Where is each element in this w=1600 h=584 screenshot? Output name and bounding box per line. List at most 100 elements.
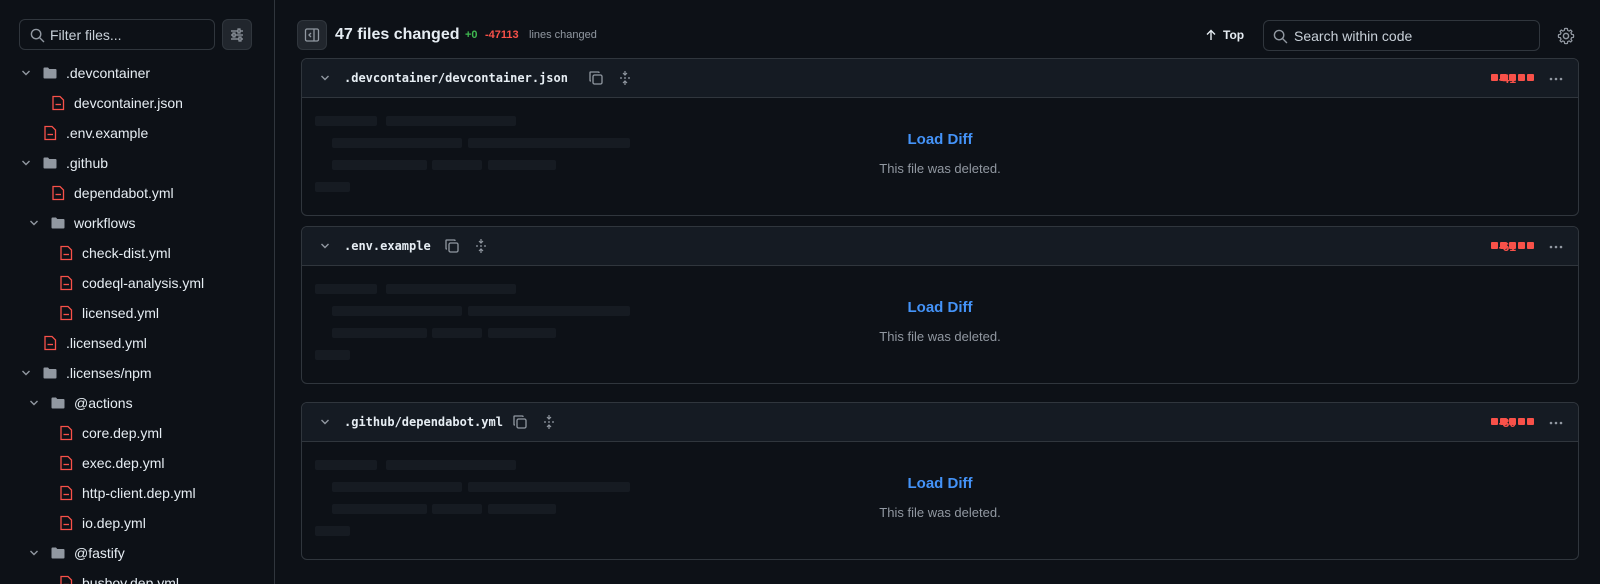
tree-item-label: .licenses/npm bbox=[66, 365, 152, 381]
tree-item-label: exec.dep.yml bbox=[82, 455, 165, 471]
top-label: Top bbox=[1223, 28, 1245, 42]
filter-sliders-icon bbox=[231, 27, 243, 42]
expand-all-icon[interactable] bbox=[617, 70, 633, 86]
tree-file[interactable]: core.dep.yml bbox=[0, 418, 274, 448]
copy-icon[interactable] bbox=[512, 414, 528, 430]
tree-file[interactable]: busboy.dep.yml bbox=[0, 568, 274, 584]
tree-item-label: check-dist.yml bbox=[82, 245, 171, 261]
diffstat-block bbox=[1518, 418, 1525, 425]
tree-folder[interactable]: .github bbox=[0, 148, 274, 178]
sidebar-toggle-icon bbox=[304, 28, 320, 42]
filter-settings-button[interactable] bbox=[222, 19, 252, 50]
tree-item-label: devcontainer.json bbox=[74, 95, 183, 111]
tree-folder[interactable]: .devcontainer bbox=[0, 58, 274, 88]
search-within-code-input[interactable] bbox=[1294, 22, 1534, 50]
file-deleted-icon bbox=[60, 515, 73, 531]
additions-count: +0 bbox=[465, 29, 478, 41]
expand-all-icon[interactable] bbox=[473, 238, 489, 254]
load-diff-button[interactable]: Load Diff bbox=[302, 475, 1578, 492]
tree-file[interactable]: licensed.yml bbox=[0, 298, 274, 328]
filter-files-field[interactable] bbox=[19, 19, 215, 50]
tree-file[interactable]: http-client.dep.yml bbox=[0, 478, 274, 508]
diffstat-block bbox=[1491, 242, 1498, 249]
folder-icon bbox=[43, 157, 57, 169]
tree-folder[interactable]: .licenses/npm bbox=[0, 358, 274, 388]
diff-file-name[interactable]: .env.example bbox=[344, 239, 431, 253]
tree-file[interactable]: codeql-analysis.yml bbox=[0, 268, 274, 298]
kebab-menu-icon[interactable] bbox=[1548, 239, 1564, 255]
chevron-down-icon[interactable] bbox=[28, 217, 40, 229]
file-deleted-icon bbox=[60, 575, 73, 584]
folder-icon bbox=[43, 367, 57, 379]
tree-item-label: .devcontainer bbox=[66, 65, 151, 81]
tree-item-label: http-client.dep.yml bbox=[82, 485, 196, 501]
diffstat-block bbox=[1491, 418, 1498, 425]
diff-file-body: Load Diff This file was deleted. bbox=[302, 266, 1578, 383]
toggle-file-tree-button[interactable] bbox=[297, 20, 327, 50]
file-deleted-message: This file was deleted. bbox=[879, 161, 1001, 176]
diff-file-name[interactable]: .github/dependabot.yml bbox=[344, 415, 503, 429]
file-deleted-icon bbox=[60, 275, 73, 291]
chevron-down-icon[interactable] bbox=[28, 547, 40, 559]
tree-item-label: .env.example bbox=[66, 125, 149, 141]
scroll-top-button[interactable]: Top bbox=[1205, 22, 1244, 48]
files-changed-count: 47 files changed bbox=[335, 26, 460, 43]
expand-all-icon[interactable] bbox=[541, 414, 557, 430]
chevron-down-icon[interactable] bbox=[319, 72, 331, 84]
tree-folder[interactable]: workflows bbox=[0, 208, 274, 238]
chevron-down-icon[interactable] bbox=[319, 240, 331, 252]
diff-file-body: Load Diff This file was deleted. bbox=[302, 442, 1578, 559]
chevron-down-icon[interactable] bbox=[20, 157, 32, 169]
placeholder-line bbox=[315, 182, 350, 192]
tree-file[interactable]: .env.example bbox=[0, 118, 274, 148]
tree-file[interactable]: dependabot.yml bbox=[0, 178, 274, 208]
kebab-menu-icon[interactable] bbox=[1548, 415, 1564, 431]
tree-item-label: licensed.yml bbox=[82, 305, 160, 321]
diff-file-name[interactable]: .devcontainer/devcontainer.json bbox=[344, 71, 568, 85]
file-deleted-icon bbox=[44, 335, 57, 351]
placeholder-line bbox=[315, 116, 377, 126]
chevron-down-icon[interactable] bbox=[319, 416, 331, 428]
chevron-down-icon[interactable] bbox=[20, 67, 32, 79]
copy-icon[interactable] bbox=[588, 70, 604, 86]
gear-icon[interactable] bbox=[1557, 27, 1575, 45]
lines-changed-label: lines changed bbox=[529, 29, 597, 41]
tree-folder[interactable]: @fastify bbox=[0, 538, 274, 568]
search-icon bbox=[1273, 29, 1288, 44]
chevron-down-icon[interactable] bbox=[20, 367, 32, 379]
load-diff-button[interactable]: Load Diff bbox=[302, 299, 1578, 316]
diffstat-blocks bbox=[1491, 418, 1534, 425]
search-within-code-field[interactable] bbox=[1263, 20, 1540, 51]
tree-folder[interactable]: @actions bbox=[0, 388, 274, 418]
file-deleted-icon bbox=[60, 245, 73, 261]
tree-item-label: .licensed.yml bbox=[66, 335, 147, 351]
tree-file[interactable]: .licensed.yml bbox=[0, 328, 274, 358]
diff-file-card: .env.example -61 Load Diff This file was de… bbox=[301, 226, 1579, 384]
search-icon bbox=[30, 28, 45, 43]
diffstat-block bbox=[1527, 418, 1534, 425]
placeholder-line bbox=[315, 284, 377, 294]
folder-icon bbox=[43, 67, 57, 79]
tree-file[interactable]: io.dep.yml bbox=[0, 508, 274, 538]
file-deleted-icon bbox=[60, 485, 73, 501]
folder-icon bbox=[51, 217, 65, 229]
tree-item-label: workflows bbox=[74, 215, 136, 231]
diff-file-header: .devcontainer/devcontainer.json -41 bbox=[302, 59, 1578, 98]
arrow-up-icon bbox=[1206, 29, 1216, 40]
tree-item-label: core.dep.yml bbox=[82, 425, 163, 441]
placeholder-line bbox=[386, 284, 516, 294]
file-tree-sidebar: .devcontainer devcontainer.json .env.examp… bbox=[0, 0, 275, 584]
filter-files-input[interactable] bbox=[50, 21, 210, 49]
diffstat-block bbox=[1527, 242, 1534, 249]
tree-file[interactable]: exec.dep.yml bbox=[0, 448, 274, 478]
chevron-down-icon[interactable] bbox=[28, 397, 40, 409]
folder-icon bbox=[51, 397, 65, 409]
placeholder-line bbox=[386, 116, 516, 126]
tree-file[interactable]: devcontainer.json bbox=[0, 88, 274, 118]
kebab-menu-icon[interactable] bbox=[1548, 71, 1564, 87]
tree-file[interactable]: check-dist.yml bbox=[0, 238, 274, 268]
filter-row bbox=[19, 19, 252, 50]
diffstat-blocks bbox=[1491, 242, 1534, 249]
load-diff-button[interactable]: Load Diff bbox=[302, 131, 1578, 148]
copy-icon[interactable] bbox=[444, 238, 460, 254]
